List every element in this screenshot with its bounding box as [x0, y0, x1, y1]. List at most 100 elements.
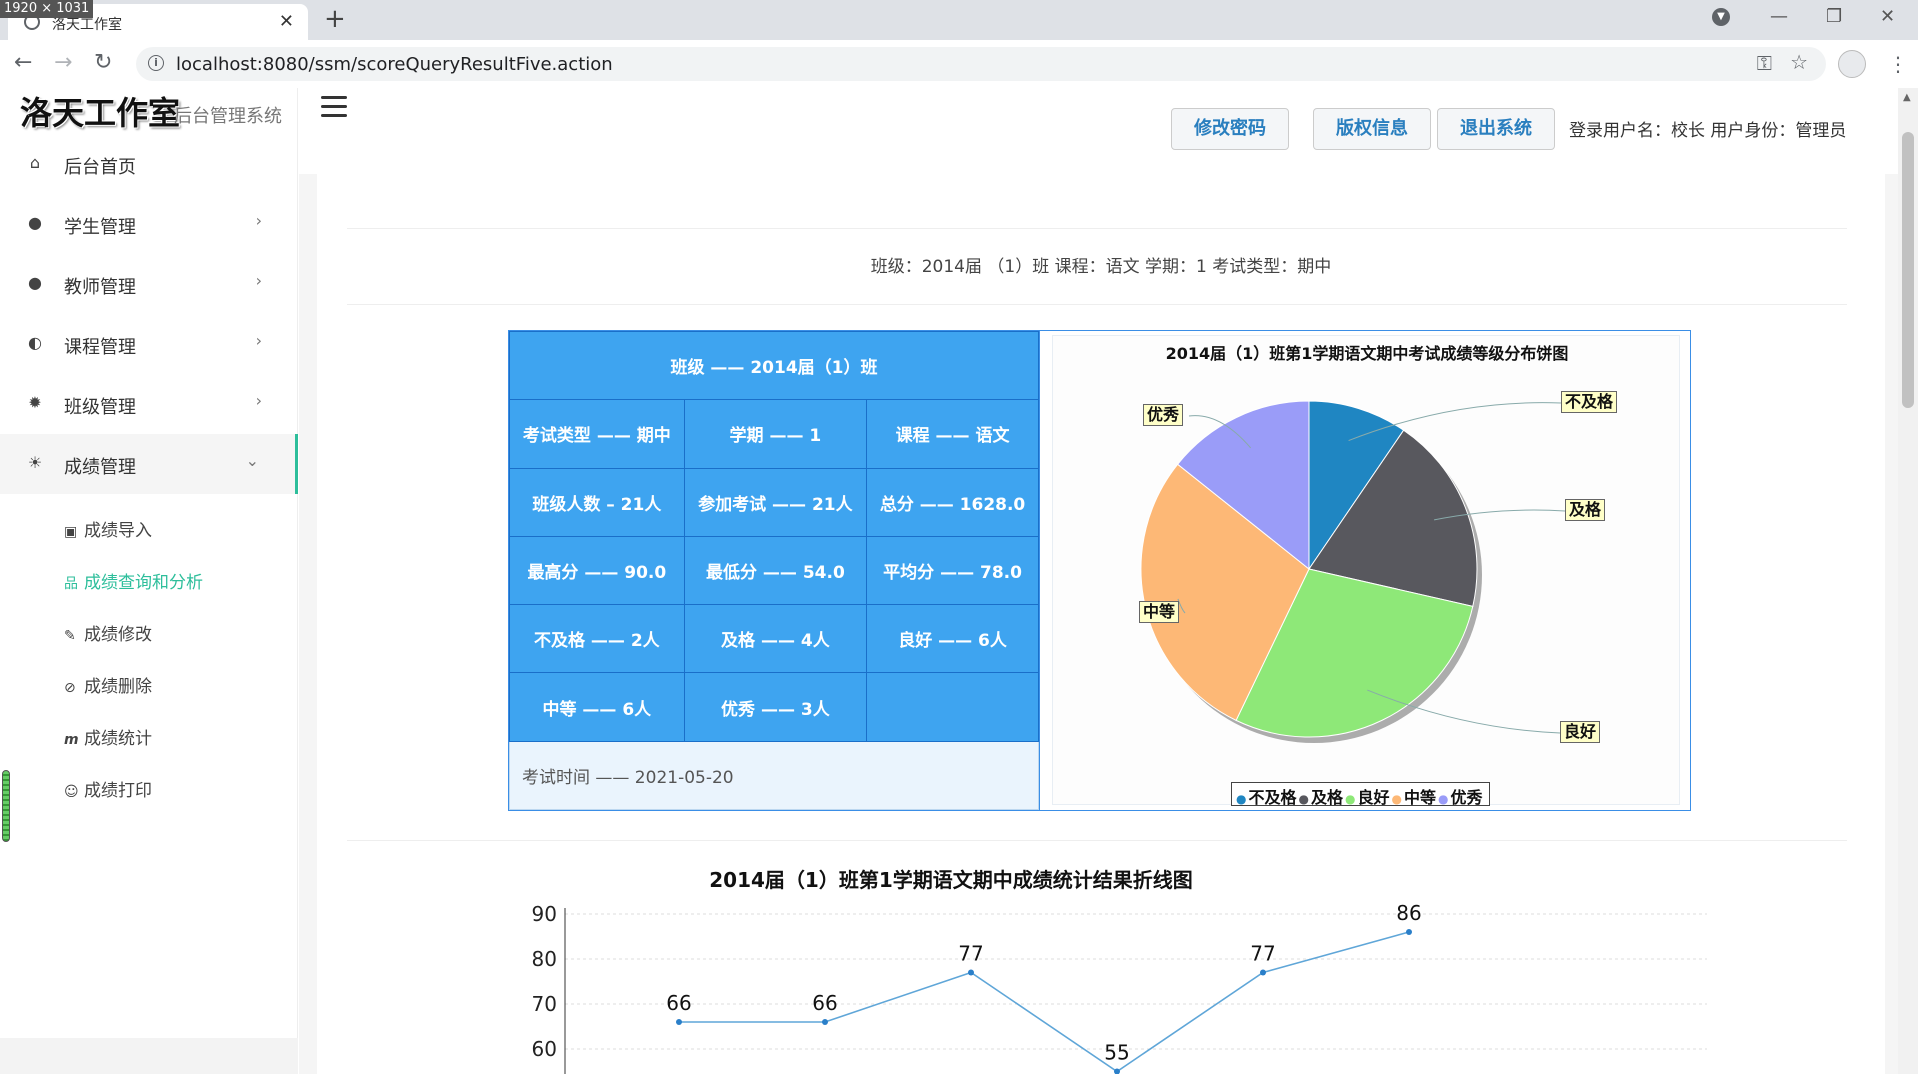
sidebar-footer	[0, 1038, 298, 1074]
line-value-label-3: 55	[1104, 1041, 1129, 1065]
menu-item-classes[interactable]: ✹ 班级管理 ›	[0, 374, 298, 434]
logout-button[interactable]: 退出系统	[1437, 108, 1555, 150]
bulb-icon: ☀	[27, 453, 43, 472]
menu-item-label: 后台首页	[64, 157, 136, 178]
pie-label-1: 及格	[1565, 499, 1606, 521]
stat-good: 良好 —— 6人	[866, 604, 1039, 674]
chevron-down-icon: ⌄	[245, 451, 259, 470]
chevron-right-icon: ›	[255, 211, 262, 230]
subitem-label: 成绩删除	[84, 677, 152, 697]
close-window-icon[interactable]: ✕	[1880, 6, 1895, 27]
stats-box: 班级 —— 2014届（1）班 考试类型 —— 期中 学期 —— 1 课程 ——…	[508, 330, 1691, 811]
tab-bar: 洛天工作室 ✕ 1920 × 1031 + ▼ — ❐ ✕	[0, 0, 1918, 40]
scrollbar-thumb[interactable]	[1902, 132, 1914, 408]
restore-icon[interactable]: ❐	[1826, 6, 1842, 27]
top-bar: 修改密码 版权信息 退出系统 登录用户名：校长 用户身份：管理员	[299, 88, 1899, 174]
stat-fail: 不及格 —— 2人	[509, 604, 685, 674]
scroll-up-icon[interactable]: ▲	[1903, 92, 1911, 103]
sidebar: 洛天工作室 后台管理系统 ⌂ 后台首页 ● 学生管理 › ● 教师管理 › ◐ …	[0, 88, 298, 1074]
legend-item-2: 良好	[1357, 788, 1390, 807]
stat-total: 总分 —— 1628.0	[866, 467, 1039, 537]
menu-item-scores[interactable]: ☀ 成绩管理 ⌄	[0, 434, 298, 494]
legend-item-3: 中等	[1403, 788, 1436, 807]
url-box[interactable]: i localhost:8080/ssm/scoreQueryResultFiv…	[136, 47, 1826, 81]
legend-item-0: 不及格	[1248, 788, 1297, 807]
stat-medium: 中等 —— 6人	[509, 672, 685, 742]
line-point-2[interactable]	[968, 969, 974, 976]
stat-term: 学期 —— 1	[683, 399, 868, 469]
copyright-button[interactable]: 版权信息	[1313, 108, 1431, 150]
subitem-score-edit[interactable]: ✎ 成绩修改	[64, 620, 152, 660]
address-bar: ← → ↻ i localhost:8080/ssm/scoreQueryRes…	[0, 40, 1918, 88]
chevron-right-icon: ›	[255, 331, 262, 350]
page-scrollbar[interactable]: ▲	[1898, 88, 1918, 1074]
legend-dot-1: ●	[1298, 791, 1309, 806]
subitem-label: 成绩统计	[84, 729, 152, 749]
hamburger-menu-icon[interactable]	[321, 96, 347, 117]
pie-label-4: 优秀	[1143, 404, 1184, 426]
forward-icon[interactable]: →	[54, 50, 72, 75]
close-tab-icon[interactable]: ✕	[279, 11, 294, 32]
browser-chrome: 洛天工作室 ✕ 1920 × 1031 + ▼ — ❐ ✕ ← → ↻ i lo…	[0, 0, 1918, 88]
new-tab-icon[interactable]: +	[324, 4, 346, 34]
ban-icon: ⊘	[64, 680, 76, 696]
line-value-label-1: 66	[812, 991, 837, 1015]
divider	[347, 228, 1847, 229]
subitem-score-stats[interactable]: m 成绩统计	[64, 724, 152, 764]
logo: 洛天工作室	[20, 94, 181, 132]
divider	[347, 304, 1847, 305]
pie-legend: ● 不及格 ● 及格 ● 良好 ● 中等 ● 优秀	[1231, 782, 1490, 807]
legend-item-4: 优秀	[1450, 788, 1483, 807]
subitem-label: 成绩修改	[84, 625, 152, 645]
line-point-0[interactable]	[676, 1019, 682, 1025]
content-area: 班级：2014届 （1）班 课程：语文 学期：1 考试类型：期中 班级 —— 2…	[299, 174, 1899, 1074]
y-tick-label: 80	[532, 947, 557, 971]
subitem-score-import[interactable]: ▣ 成绩导入	[64, 516, 152, 556]
menu-item-label: 班级管理	[64, 397, 136, 418]
stat-exam-type: 考试类型 —— 期中	[509, 399, 685, 469]
line-value-label-4: 77	[1250, 942, 1275, 966]
change-password-button[interactable]: 修改密码	[1171, 108, 1289, 150]
line-point-5[interactable]	[1406, 929, 1412, 935]
home-icon: ⌂	[29, 153, 41, 172]
browser-menu-icon[interactable]: ⋮	[1888, 52, 1908, 76]
menu-item-label: 学生管理	[64, 217, 136, 238]
stat-excellent: 优秀 —— 3人	[683, 672, 868, 742]
logo-subtitle: 后台管理系统	[174, 106, 282, 127]
user-icon: ●	[28, 213, 42, 232]
menu-item-teachers[interactable]: ● 教师管理 ›	[0, 254, 298, 314]
url-text[interactable]: localhost:8080/ssm/scoreQueryResultFive.…	[176, 54, 613, 75]
line-point-1[interactable]	[822, 1019, 828, 1025]
subitem-score-print[interactable]: ☺ 成绩打印	[64, 776, 152, 816]
stat-pass: 及格 —— 4人	[683, 604, 868, 674]
account-avatar-icon[interactable]	[1838, 50, 1866, 78]
pie-chart-panel: 2014届（1）班第1学期语文期中考试成绩等级分布饼图 不及格 及格 良好 中等 优秀 …	[1039, 331, 1690, 810]
subitem-label: 成绩打印	[84, 781, 152, 801]
back-icon[interactable]: ←	[14, 50, 32, 75]
y-tick-label: 90	[532, 902, 557, 926]
menu-item-home[interactable]: ⌂ 后台首页	[0, 134, 298, 194]
line-value-label-5: 86	[1396, 901, 1421, 925]
key-icon[interactable]: ⚿	[1757, 51, 1772, 75]
edit-icon: ✎	[64, 628, 76, 644]
legend-item-1: 及格	[1310, 788, 1343, 807]
line-point-4[interactable]	[1260, 969, 1266, 976]
stat-course: 课程 —— 语文	[866, 399, 1039, 469]
stat-max: 最高分 —— 90.0	[509, 535, 685, 606]
menu-item-label: 课程管理	[64, 337, 136, 358]
reload-icon[interactable]: ↻	[94, 50, 112, 75]
menu-item-students[interactable]: ● 学生管理 ›	[0, 194, 298, 254]
subitem-score-delete[interactable]: ⊘ 成绩删除	[64, 672, 152, 712]
divider	[347, 840, 1847, 841]
minimize-icon[interactable]: —	[1770, 6, 1788, 27]
stat-avg: 平均分 —— 78.0	[866, 535, 1039, 606]
profile-menu-icon[interactable]: ▼	[1712, 8, 1730, 26]
legend-dot-4: ●	[1438, 791, 1449, 806]
legend-dot-2: ●	[1345, 791, 1356, 806]
menu-item-courses[interactable]: ◐ 课程管理 ›	[0, 314, 298, 374]
subitem-score-query[interactable]: 品成绩查询和分析	[64, 568, 203, 608]
y-tick-label: 60	[532, 1037, 557, 1061]
menu-item-label: 成绩管理	[64, 457, 136, 478]
site-info-icon[interactable]: i	[148, 55, 164, 71]
bookmark-star-icon[interactable]: ☆	[1790, 50, 1808, 74]
